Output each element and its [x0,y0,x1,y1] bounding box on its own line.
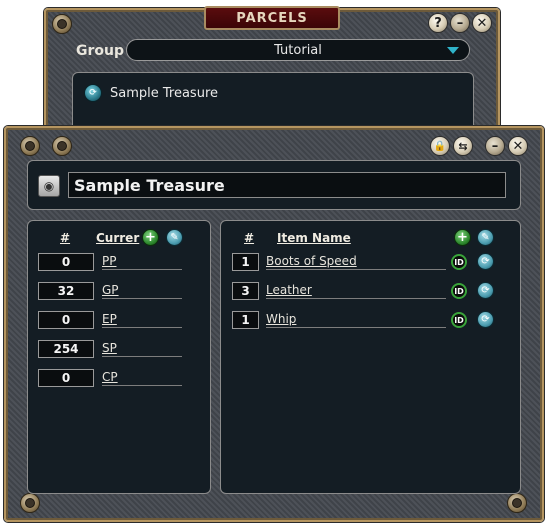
help-button[interactable]: ? [428,13,448,33]
identified-toggle[interactable]: ID [451,283,467,299]
group-dropdown-value: Tutorial [274,42,322,58]
coins-count-header: # [60,231,71,245]
group-label: Group [76,43,125,59]
edit-items-button[interactable]: ✎ [477,229,494,246]
item-name-label[interactable]: Leather [266,283,446,299]
item-link-icon[interactable]: ⟳ [477,311,494,328]
window-corner-orb-icon [52,14,72,34]
items-name-header: Item Name [277,231,351,245]
lock-button[interactable]: 🔒 [430,136,450,156]
item-count-field[interactable]: 3 [232,282,259,300]
coins-icon[interactable]: ◉ [38,175,60,197]
item-link-icon[interactable]: ⟳ [477,282,494,299]
parcel-item-label: Sample Treasure [110,85,218,101]
add-coin-button[interactable]: + [142,229,159,246]
items-count-header: # [244,231,255,245]
identified-toggle[interactable]: ID [451,254,467,270]
share-link-icon[interactable]: ⟳ [84,84,102,102]
item-name-label[interactable]: Whip [266,312,446,328]
coin-name-label[interactable]: EP [102,312,182,328]
coin-amount-field[interactable]: 0 [38,369,94,387]
treasure-name-field[interactable]: Sample Treasure [68,172,506,198]
coin-name-label[interactable]: PP [102,254,182,270]
parcels-title: PARCELS [204,6,340,30]
edit-coins-button[interactable]: ✎ [166,229,183,246]
resize-handle-icon[interactable] [507,493,527,513]
parcels-minimize-button[interactable]: – [450,13,470,33]
item-count-field[interactable]: 1 [232,311,259,329]
add-item-button[interactable]: + [454,229,471,246]
minimize-button[interactable]: – [485,136,505,156]
close-button[interactable]: ✕ [508,136,528,156]
coin-name-label[interactable]: CP [102,370,182,386]
coin-amount-field[interactable]: 0 [38,253,94,271]
window-corner-orb-icon [20,493,40,513]
coin-amount-field[interactable]: 32 [38,282,94,300]
coins-currency-header: Currer [96,231,140,245]
item-count-field[interactable]: 1 [232,253,259,271]
coin-name-label[interactable]: GP [102,283,182,299]
item-name-label[interactable]: Boots of Speed [266,254,446,270]
share-button[interactable]: ⇆ [453,136,473,156]
group-dropdown[interactable]: Tutorial [126,39,470,61]
coin-name-label[interactable]: SP [102,341,182,357]
coin-amount-field[interactable]: 254 [38,340,94,358]
parcels-close-button[interactable]: ✕ [472,13,492,33]
coin-amount-field[interactable]: 0 [38,311,94,329]
item-link-icon[interactable]: ⟳ [477,253,494,270]
parcel-list-item[interactable]: ⟳ Sample Treasure [84,84,218,102]
chevron-down-icon[interactable] [447,47,459,54]
identified-toggle[interactable]: ID [451,312,467,328]
zoom-icon[interactable] [52,136,72,156]
window-corner-orb-icon [20,136,40,156]
